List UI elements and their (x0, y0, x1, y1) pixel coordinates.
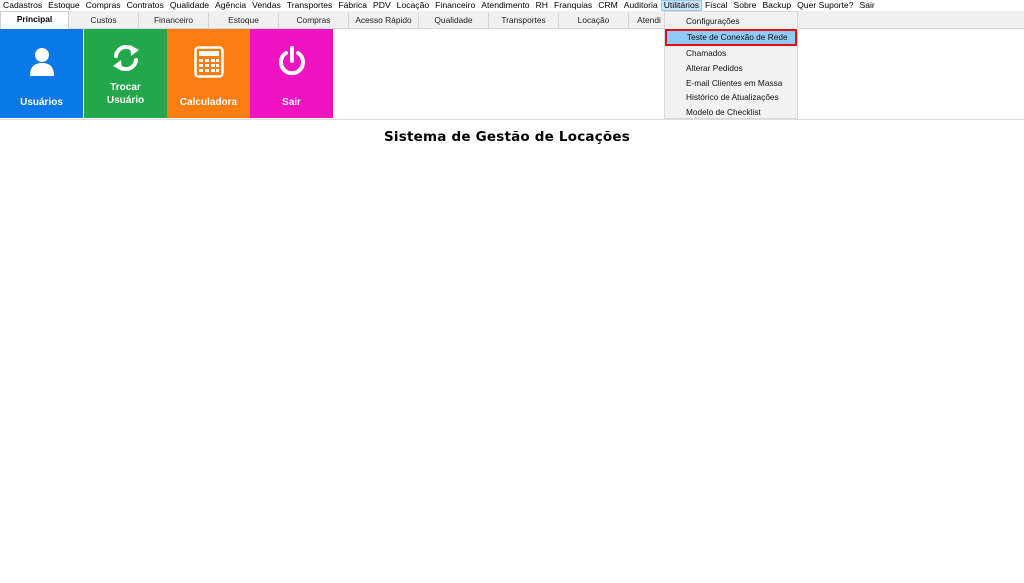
menu-franquias[interactable]: Franquias (551, 0, 595, 11)
trocar-usuario-label: Trocar Usuário (106, 82, 145, 106)
menu-sair[interactable]: Sair (856, 0, 877, 11)
tab-qualidade[interactable]: Qualidade (419, 13, 489, 28)
menu-crm[interactable]: CRM (595, 0, 621, 11)
usuarios-tile[interactable]: Usuários (0, 29, 83, 118)
power-icon (277, 45, 307, 81)
menu-bar: Cadastros Estoque Compras Contratos Qual… (0, 0, 1024, 11)
tab-estoque[interactable]: Estoque (209, 13, 279, 28)
menu-quer-suporte[interactable]: Quer Suporte? (794, 0, 856, 11)
menu-fabrica[interactable]: Fábrica (335, 0, 370, 11)
page-title: Sistema de Gestão de Locações (384, 129, 630, 145)
sair-tile[interactable]: Sair (250, 29, 333, 118)
dropdown-item-historico-atualizacoes[interactable]: Histórico de Atualizações (666, 90, 796, 104)
tab-principal[interactable]: Principal (0, 11, 69, 29)
menu-sobre[interactable]: Sobre (731, 0, 760, 11)
refresh-icon (110, 43, 142, 77)
usuarios-label: Usuários (20, 97, 63, 108)
menu-backup[interactable]: Backup (759, 0, 794, 11)
tab-strip: Principal Custos Financeiro Estoque Comp… (0, 11, 1024, 29)
dropdown-item-email-clientes-massa[interactable]: E-mail Clientes em Massa (666, 76, 796, 90)
tab-custos[interactable]: Custos (69, 13, 139, 28)
calculator-icon (193, 46, 224, 82)
menu-locacao[interactable]: Locação (394, 0, 433, 11)
calculadora-tile[interactable]: Calculadora (167, 29, 250, 118)
sair-label: Sair (282, 97, 301, 108)
trocar-usuario-tile[interactable]: Trocar Usuário (84, 29, 167, 118)
menu-atendimento[interactable]: Atendimento (478, 0, 532, 11)
shortcut-panel: Usuários Trocar Usuário Calculadora Sair (0, 29, 1024, 120)
dropdown-item-alterar-pedidos[interactable]: Alterar Pedidos (666, 61, 796, 75)
menu-contratos[interactable]: Contratos (124, 0, 167, 11)
tab-locacao[interactable]: Locação (559, 13, 629, 28)
menu-rh[interactable]: RH (533, 0, 551, 11)
tab-acesso-rapido[interactable]: Acesso Rápido (349, 13, 419, 28)
dropdown-item-chamados[interactable]: Chamados (666, 46, 796, 60)
menu-agencia[interactable]: Agência (212, 0, 249, 11)
menu-fiscal[interactable]: Fiscal (702, 0, 730, 11)
tab-atendimento[interactable]: Atendi (629, 13, 669, 28)
menu-cadastros[interactable]: Cadastros (0, 0, 45, 11)
dropdown-item-configuracoes[interactable]: Configurações (666, 14, 796, 28)
tab-financeiro[interactable]: Financeiro (139, 13, 209, 28)
tab-transportes[interactable]: Transportes (489, 13, 559, 28)
tab-compras[interactable]: Compras (279, 13, 349, 28)
user-icon (29, 47, 55, 81)
menu-estoque[interactable]: Estoque (45, 0, 83, 11)
utilitarios-dropdown: Configurações Teste de Conexão de Rede C… (664, 11, 798, 119)
menu-transportes[interactable]: Transportes (284, 0, 336, 11)
menu-financeiro[interactable]: Financeiro (432, 0, 478, 11)
menu-utilitarios[interactable]: Utilitários (660, 0, 703, 11)
menu-auditoria[interactable]: Auditoria (621, 0, 661, 11)
menu-pdv[interactable]: PDV (370, 0, 394, 11)
calculadora-label: Calculadora (179, 97, 238, 108)
dropdown-item-teste-conexao-rede[interactable]: Teste de Conexão de Rede (666, 30, 796, 45)
menu-qualidade[interactable]: Qualidade (167, 0, 212, 11)
menu-compras[interactable]: Compras (83, 0, 124, 11)
dropdown-item-modelo-checklist[interactable]: Modelo de Checklist (666, 105, 796, 119)
menu-vendas[interactable]: Vendas (249, 0, 284, 11)
